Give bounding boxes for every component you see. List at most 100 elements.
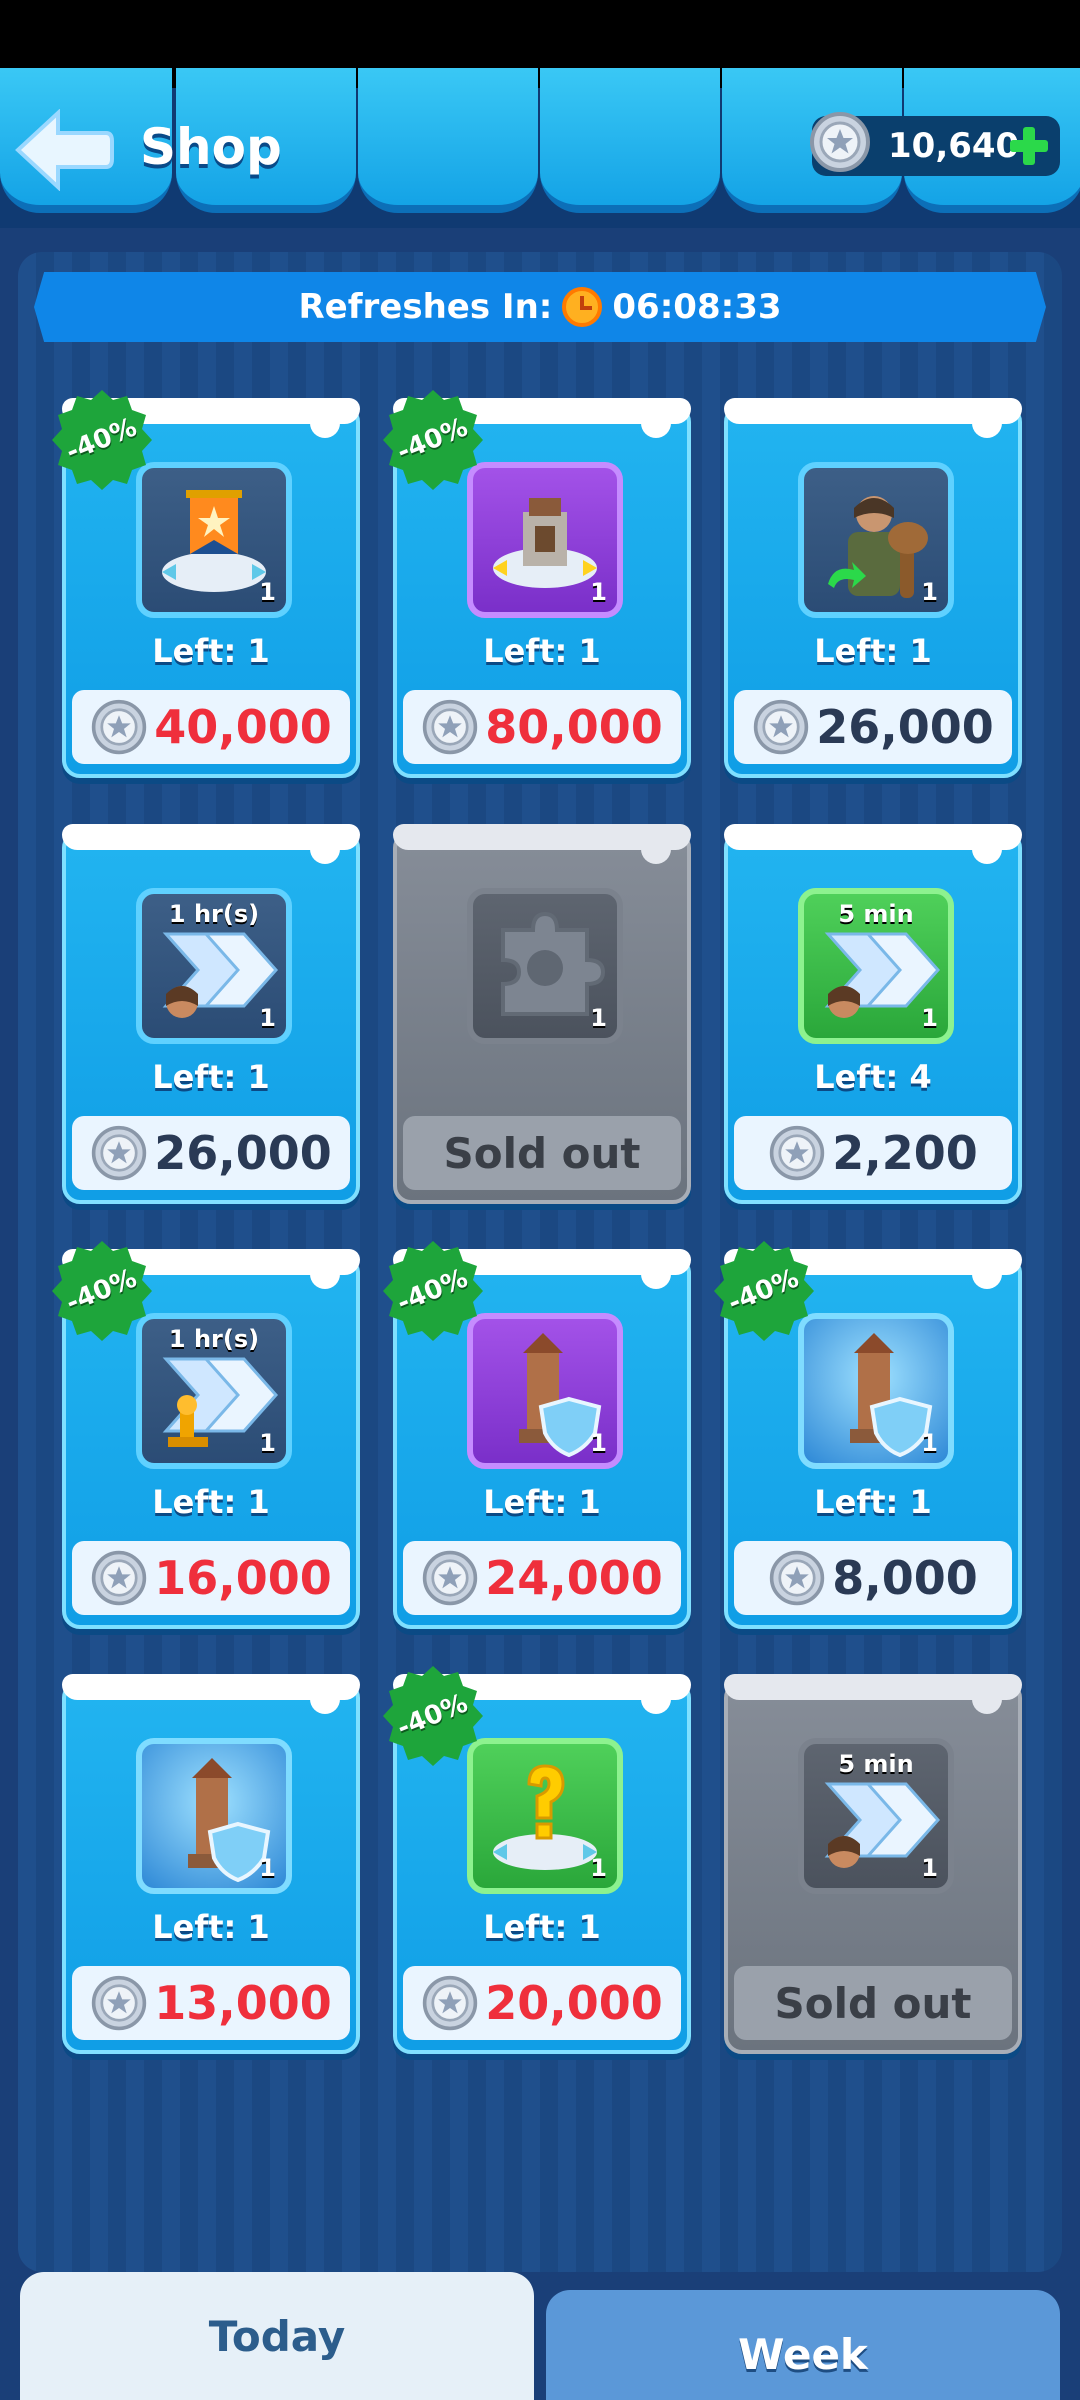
page-title: Shop xyxy=(140,118,282,176)
item-icon-tile: 1 xyxy=(798,462,954,618)
tab-today[interactable]: Today xyxy=(20,2272,534,2400)
price-label: 24,000 xyxy=(485,1551,663,1605)
duration-label: 1 hr(s) xyxy=(168,900,260,928)
item-icon-tile: 1 xyxy=(136,462,292,618)
stock-left-label: Left: 1 xyxy=(152,1908,270,1946)
silver-coin-icon xyxy=(92,699,147,755)
speedup-5min-item-card[interactable]: 5 min 1 Left: 4 2,200 xyxy=(724,824,1022,1204)
warrior-item-card[interactable]: 1 Left: 1 26,000 xyxy=(724,398,1022,778)
discount-label: -40% xyxy=(393,412,473,468)
back-button[interactable] xyxy=(12,106,116,194)
silver-coin-icon xyxy=(770,1550,825,1606)
stock-left-label: Left: 1 xyxy=(483,632,601,670)
duration-label: 5 min xyxy=(838,900,914,928)
buy-button[interactable]: 20,000 xyxy=(403,1966,681,2040)
buy-button[interactable]: 80,000 xyxy=(403,690,681,764)
add-currency-icon[interactable] xyxy=(1010,127,1048,165)
banner-item-card[interactable]: -40% 1 Left: 1 40,000 xyxy=(52,390,360,778)
tower-item-card[interactable]: -40% 1 Left: 1 80,000 xyxy=(383,390,691,778)
shield-tower-item-card[interactable]: 1 Left: 1 13,000 xyxy=(62,1674,360,2054)
discount-label: -40% xyxy=(724,1263,804,1319)
buy-button[interactable]: 2,200 xyxy=(734,1116,1012,1190)
stock-left-label: Left: 1 xyxy=(152,1058,270,1096)
mystery-item-card[interactable]: -40% 1 Left: 1 20,000 xyxy=(383,1666,691,2054)
item-quantity: 1 xyxy=(921,1854,938,1882)
buy-button[interactable]: 24,000 xyxy=(403,1541,681,1615)
currency-balance[interactable]: 10,640 xyxy=(810,112,1060,176)
back-arrow-icon xyxy=(15,109,114,191)
refresh-label: Refreshes In: xyxy=(298,287,553,327)
silver-coin-icon xyxy=(754,699,809,755)
buy-button[interactable]: 26,000 xyxy=(734,690,1012,764)
price-label: 20,000 xyxy=(485,1976,663,2030)
speedup-1hr-item-card[interactable]: 1 hr(s) 1 Left: 1 26,000 xyxy=(62,824,360,1204)
snow-cap xyxy=(724,398,1022,438)
item-icon-tile: 1 xyxy=(136,1738,292,1894)
buy-button[interactable]: 8,000 xyxy=(734,1541,1012,1615)
item-quantity: 1 xyxy=(590,1429,607,1457)
item-icon-tile: 5 min 1 xyxy=(798,1738,954,1894)
item-quantity: 1 xyxy=(590,1004,607,1032)
refresh-time: 06:08:33 xyxy=(612,287,782,327)
stock-left-label: Left: 1 xyxy=(483,1908,601,1946)
stock-left-label: Left: 1 xyxy=(483,1483,601,1521)
price-label: 8,000 xyxy=(832,1551,978,1605)
header-tab-decor xyxy=(358,68,538,213)
discount-label: -40% xyxy=(62,412,142,468)
sold-out-label: Sold out xyxy=(443,1128,641,1178)
price-label: 26,000 xyxy=(816,700,994,754)
speedup-5min-soldout-item-card[interactable]: 5 min 1 Sold out xyxy=(724,1674,1022,2054)
item-quantity: 1 xyxy=(921,1004,938,1032)
duration-label: 1 hr(s) xyxy=(168,1325,260,1353)
item-quantity: 1 xyxy=(259,1854,276,1882)
shield-tower-blue-item-card[interactable]: -40% 1 Left: 1 8,000 xyxy=(714,1241,1022,1629)
buy-button[interactable]: 40,000 xyxy=(72,690,350,764)
stock-left-label: Left: 1 xyxy=(152,632,270,670)
tab-week-label: Week xyxy=(738,2329,868,2379)
item-icon-tile: 1 xyxy=(798,1313,954,1469)
clock-icon xyxy=(562,287,603,327)
snow-cap xyxy=(393,824,691,864)
silver-coin-icon xyxy=(810,112,870,172)
research-speedup-item-card[interactable]: -40% 1 hr(s) 1 Left: 1 16,000 xyxy=(52,1241,360,1629)
item-quantity: 1 xyxy=(259,578,276,606)
stock-left-label: Left: 1 xyxy=(152,1483,270,1521)
item-quantity: 1 xyxy=(590,1854,607,1882)
stock-left-label: Left: 1 xyxy=(814,1483,932,1521)
puzzle-item-card[interactable]: 1 Sold out xyxy=(393,824,691,1204)
stock-left-label: Left: 4 xyxy=(814,1058,932,1096)
sold-out-bar: Sold out xyxy=(734,1966,1012,2040)
discount-label: -40% xyxy=(393,1263,473,1319)
silver-coin-icon xyxy=(92,1550,147,1606)
item-icon-tile: 1 hr(s) 1 xyxy=(136,888,292,1044)
buy-button[interactable]: 26,000 xyxy=(72,1116,350,1190)
silver-coin-icon xyxy=(770,1125,825,1181)
item-icon-tile: 1 xyxy=(467,1313,623,1469)
item-icon-tile: 1 xyxy=(467,1738,623,1894)
buy-button[interactable]: 16,000 xyxy=(72,1541,350,1615)
sold-out-label: Sold out xyxy=(774,1978,972,2028)
buy-button[interactable]: 13,000 xyxy=(72,1966,350,2040)
snow-cap xyxy=(62,1674,360,1714)
discount-label: -40% xyxy=(393,1688,473,1744)
silver-coin-icon xyxy=(92,1125,147,1181)
silver-coin-icon xyxy=(423,1975,478,2031)
balance-amount: 10,640 xyxy=(888,126,1020,166)
silver-coin-icon xyxy=(92,1975,147,2031)
item-quantity: 1 xyxy=(259,1004,276,1032)
header: Shop 10,640 xyxy=(0,68,1080,228)
price-label: 40,000 xyxy=(154,700,332,754)
refresh-timer-banner: Refreshes In: 06:08:33 xyxy=(34,272,1046,342)
price-label: 16,000 xyxy=(154,1551,332,1605)
price-label: 13,000 xyxy=(154,1976,332,2030)
snow-cap xyxy=(724,824,1022,864)
header-tab-decor xyxy=(540,68,720,213)
item-quantity: 1 xyxy=(921,1429,938,1457)
item-icon-tile: 1 hr(s) 1 xyxy=(136,1313,292,1469)
price-label: 26,000 xyxy=(154,1126,332,1180)
item-quantity: 1 xyxy=(590,578,607,606)
shield-tower-purple-item-card[interactable]: -40% 1 Left: 1 24,000 xyxy=(383,1241,691,1629)
stock-left-label: Left: 1 xyxy=(814,632,932,670)
tab-today-label: Today xyxy=(208,2311,346,2361)
tab-week[interactable]: Week xyxy=(546,2290,1060,2400)
